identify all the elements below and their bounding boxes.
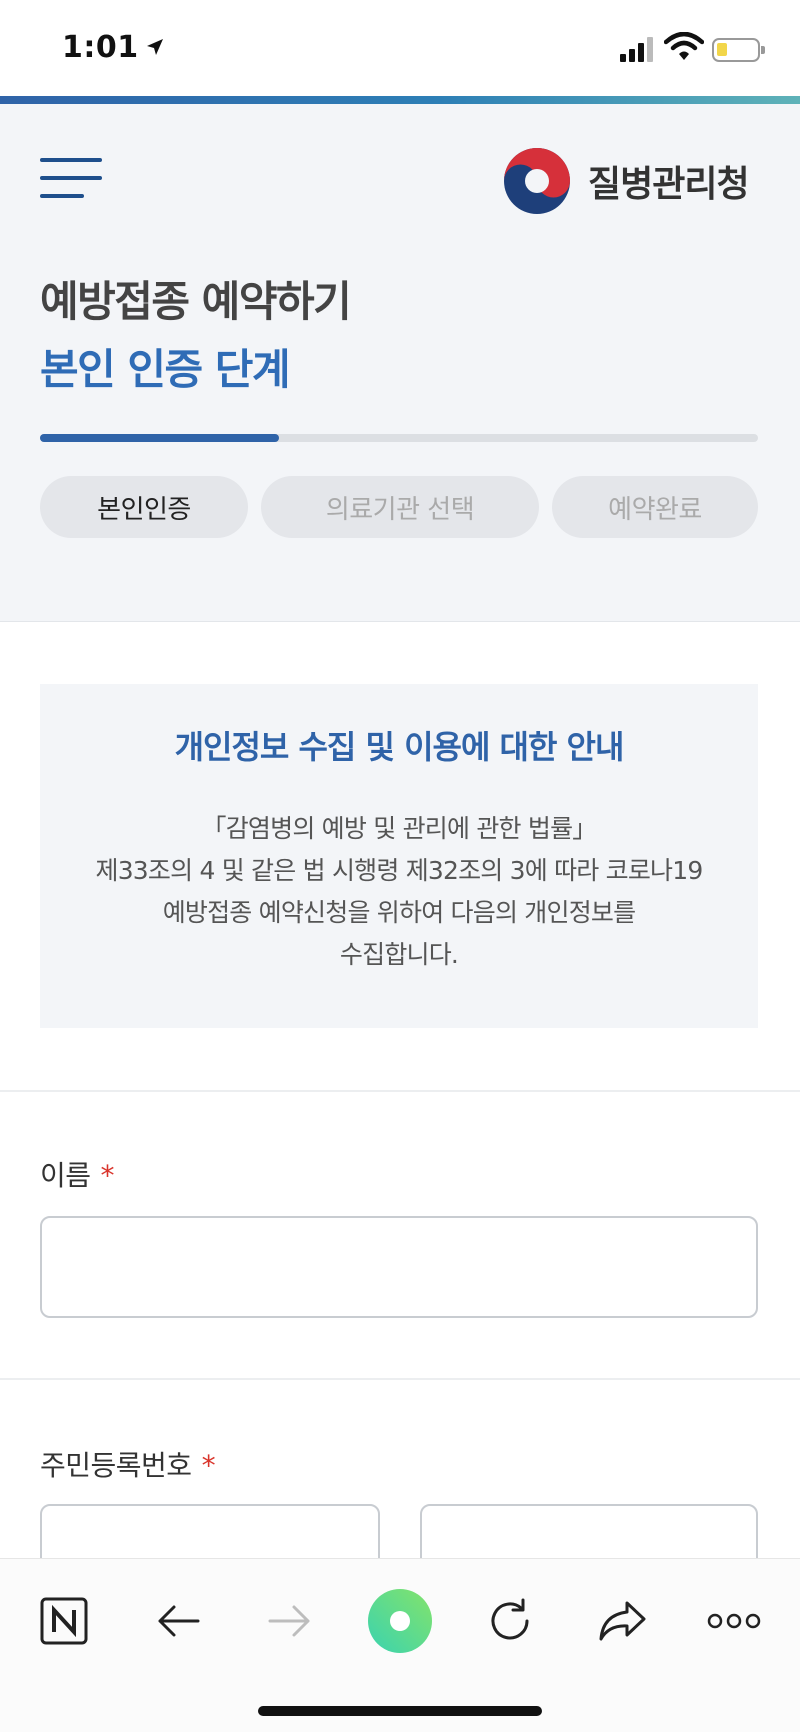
menu-icon[interactable] <box>40 156 104 200</box>
section-divider <box>0 1090 800 1092</box>
step-progress-bar <box>40 434 758 442</box>
notice-line: 예방접종 예약신청을 위하여 다음의 개인정보를 <box>162 898 636 927</box>
status-bar: 1:01 <box>0 0 800 96</box>
step-label: 예약완료 <box>608 494 702 525</box>
privacy-notice: 개인정보 수집 및 이용에 대한 안내 「감염병의 예방 및 관리에 관한 법률… <box>40 684 758 1028</box>
wifi-icon <box>663 31 705 62</box>
required-mark: * <box>100 1159 115 1192</box>
logo-text: 질병관리청 <box>588 164 750 205</box>
status-time: 1:01 <box>62 30 165 65</box>
forward-arrow-icon[interactable] <box>260 1591 320 1651</box>
taegeuk-logo-icon <box>504 148 570 214</box>
rrn-label-text: 주민등록번호 <box>40 1449 192 1482</box>
step-label: 의료기관 선택 <box>325 494 475 525</box>
green-dot-icon[interactable] <box>366 1587 434 1655</box>
name-label: 이름 * <box>40 1154 115 1194</box>
cellular-signal-icon <box>620 36 656 62</box>
notice-line: 「감염병의 예방 및 관리에 관한 법률」 <box>201 814 598 843</box>
header-panel: 질병관리청 예방접종 예약하기 본인 인증 단계 본인인증 의료기관 선택 예약… <box>0 104 800 622</box>
rrn-label: 주민등록번호 * <box>40 1444 216 1484</box>
page-subtitle: 본인 인증 단계 <box>40 345 291 394</box>
name-input[interactable] <box>40 1216 758 1318</box>
required-mark: * <box>201 1449 216 1482</box>
top-accent-line <box>0 96 800 104</box>
location-arrow-icon <box>145 30 165 65</box>
kdca-logo[interactable]: 질병관리청 <box>502 146 750 216</box>
share-icon[interactable] <box>592 1591 652 1651</box>
page-title: 예방접종 예약하기 <box>40 277 352 326</box>
more-icon[interactable] <box>704 1591 764 1651</box>
step-progress-fill <box>40 434 280 442</box>
notice-line: 제33조의 4 및 같은 법 시행령 제32조의 3에 따라 코로나19 <box>95 856 704 885</box>
notice-title: 개인정보 수집 및 이용에 대한 안내 <box>174 728 625 766</box>
section-divider <box>0 1378 800 1380</box>
step-reservation-complete: 예약완료 <box>552 476 758 538</box>
screen: 1:01 질병관리청 예방접종 예약하기 본인 인증 단계 본인인증 의료기관 … <box>0 0 800 1732</box>
notice-line: 수집합니다. <box>339 940 459 969</box>
notice-body: 「감염병의 예방 및 관리에 관한 법률」 제33조의 4 및 같은 법 시행령… <box>60 808 738 976</box>
step-select-clinic: 의료기관 선택 <box>261 476 539 538</box>
step-label: 본인인증 <box>97 494 191 525</box>
clock: 1:01 <box>62 30 139 65</box>
reload-icon[interactable] <box>480 1591 540 1651</box>
back-arrow-icon[interactable] <box>148 1591 208 1651</box>
name-label-text: 이름 <box>40 1159 91 1192</box>
step-identity-verification: 본인인증 <box>40 476 248 538</box>
battery-icon <box>712 38 765 62</box>
naver-icon[interactable] <box>34 1591 94 1651</box>
home-indicator <box>258 1706 542 1716</box>
